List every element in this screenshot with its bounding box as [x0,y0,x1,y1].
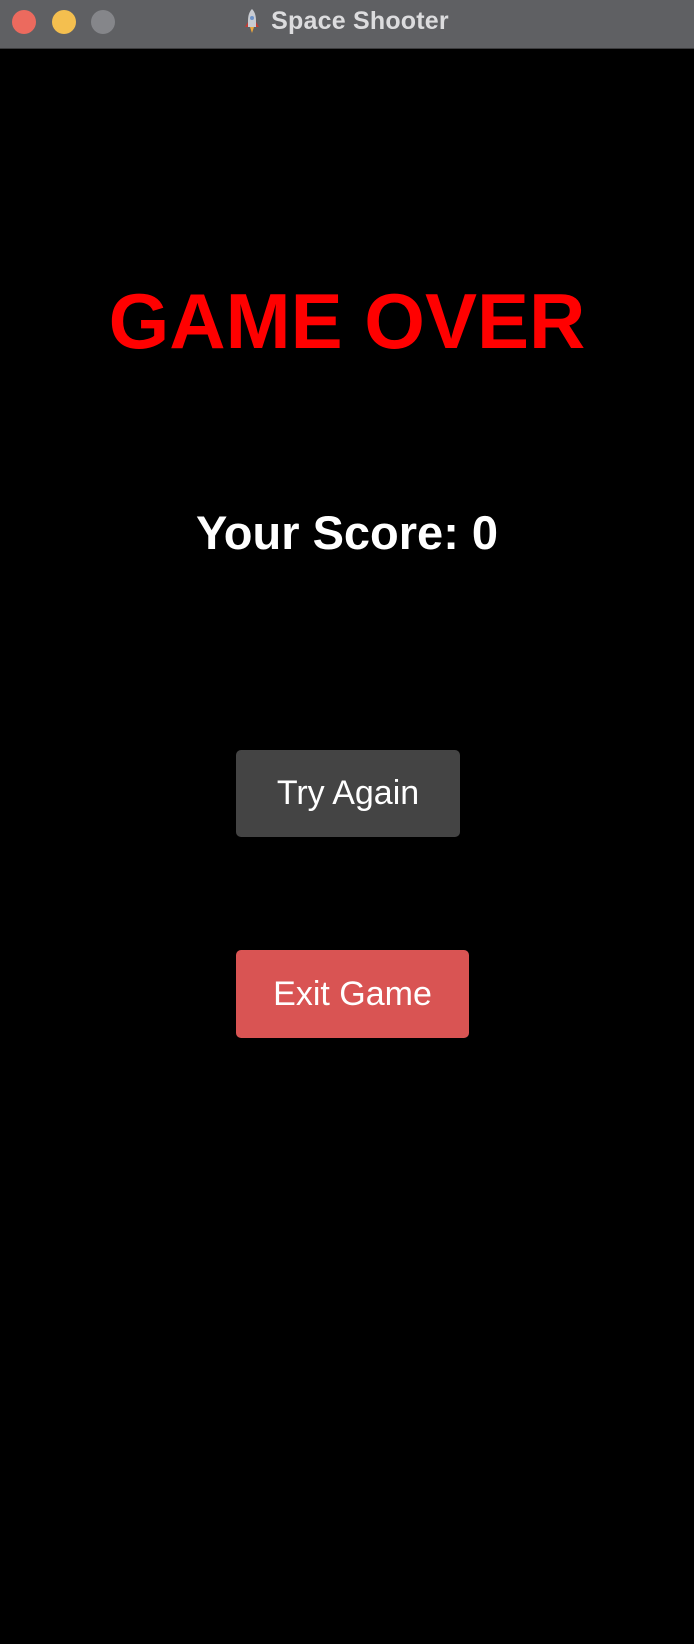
game-window: Space Shooter GAME OVER Your Score: 0 Tr… [0,0,694,1644]
try-again-button[interactable]: Try Again [236,750,460,837]
game-over-screen: GAME OVER Your Score: 0 Try Again Exit G… [0,49,694,1644]
window-title-area: Space Shooter [0,0,694,42]
game-over-heading: GAME OVER [108,277,586,365]
title-bar: Space Shooter [0,0,694,49]
score-label: Your Score: 0 [195,506,499,559]
exit-game-button[interactable]: Exit Game [236,950,469,1038]
window-title: Space Shooter [271,6,449,35]
rocket-icon [245,9,260,33]
